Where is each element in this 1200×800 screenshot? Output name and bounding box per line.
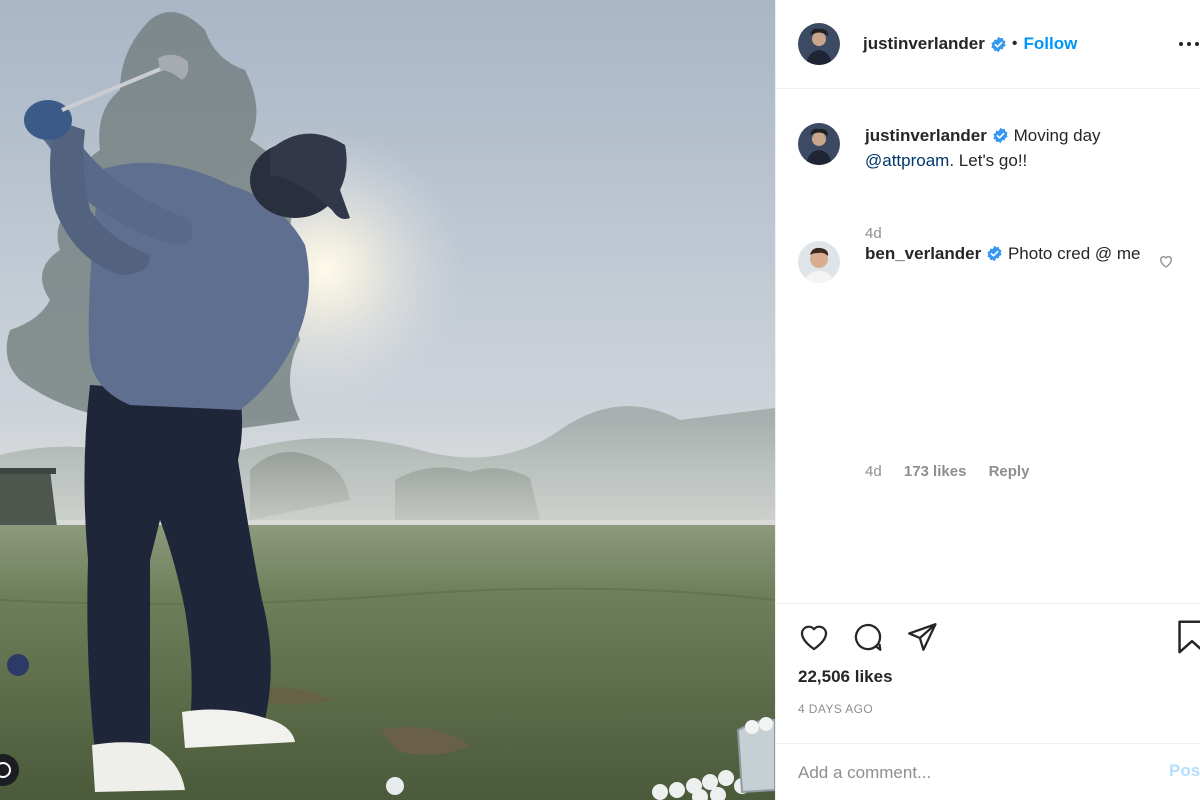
likes-count[interactable]: 22,506 likes bbox=[798, 667, 893, 687]
bookmark-icon[interactable] bbox=[1175, 619, 1200, 655]
verified-badge-icon bbox=[992, 126, 1009, 144]
comment-age[interactable]: 4d bbox=[865, 463, 882, 480]
author-avatar[interactable] bbox=[798, 123, 840, 165]
comment-username[interactable]: ben_verlander bbox=[865, 244, 981, 263]
comment-icon[interactable] bbox=[851, 620, 885, 654]
post-comment-button[interactable]: Post bbox=[1169, 761, 1200, 781]
post-actions: 22,506 likes 4 DAYS AGO bbox=[776, 603, 1200, 743]
caption-text: justinverlander Moving day @attproam. Le… bbox=[865, 123, 1165, 173]
commenter-avatar[interactable] bbox=[798, 241, 840, 283]
more-options-icon[interactable] bbox=[1175, 32, 1200, 56]
verified-badge-icon bbox=[986, 244, 1003, 262]
heart-icon[interactable] bbox=[797, 620, 831, 654]
golf-swing-photo bbox=[0, 0, 775, 800]
comment-text: ben_verlander Photo cred @ me bbox=[865, 241, 1165, 266]
author-avatar[interactable] bbox=[798, 23, 840, 65]
comment-likes[interactable]: 173 likes bbox=[904, 463, 967, 480]
action-icons bbox=[797, 619, 959, 655]
caption-text-before: Moving day bbox=[1008, 126, 1101, 145]
verified-badge-icon bbox=[990, 36, 1007, 53]
comments-list: justinverlander Moving day @attproam. Le… bbox=[776, 90, 1200, 602]
small-heart-icon[interactable] bbox=[1158, 253, 1174, 269]
share-icon[interactable] bbox=[905, 620, 939, 654]
caption-text-after: . Let's go!! bbox=[949, 151, 1028, 170]
caption-age[interactable]: 4d bbox=[865, 225, 882, 242]
separator-dot: • bbox=[1011, 35, 1018, 52]
comment-composer: Post bbox=[776, 743, 1200, 800]
comment-body: Photo cred @ me bbox=[1003, 244, 1141, 263]
post-timestamp[interactable]: 4 DAYS AGO bbox=[798, 702, 873, 716]
caption-username[interactable]: justinverlander bbox=[865, 126, 987, 145]
post-photo[interactable] bbox=[0, 0, 775, 800]
follow-button[interactable]: Follow bbox=[1023, 34, 1077, 54]
post-sidebar: justinverlander • Follow justinverlander… bbox=[775, 0, 1200, 800]
comment-input[interactable] bbox=[798, 758, 1138, 788]
caption-meta: 4d bbox=[865, 225, 900, 242]
caption-mention[interactable]: @attproam bbox=[865, 151, 949, 170]
comment-meta: 4d 173 likes Reply bbox=[865, 463, 1047, 480]
author-username[interactable]: justinverlander bbox=[863, 34, 985, 54]
reply-button[interactable]: Reply bbox=[989, 463, 1030, 480]
post-header: justinverlander • Follow bbox=[776, 0, 1200, 89]
